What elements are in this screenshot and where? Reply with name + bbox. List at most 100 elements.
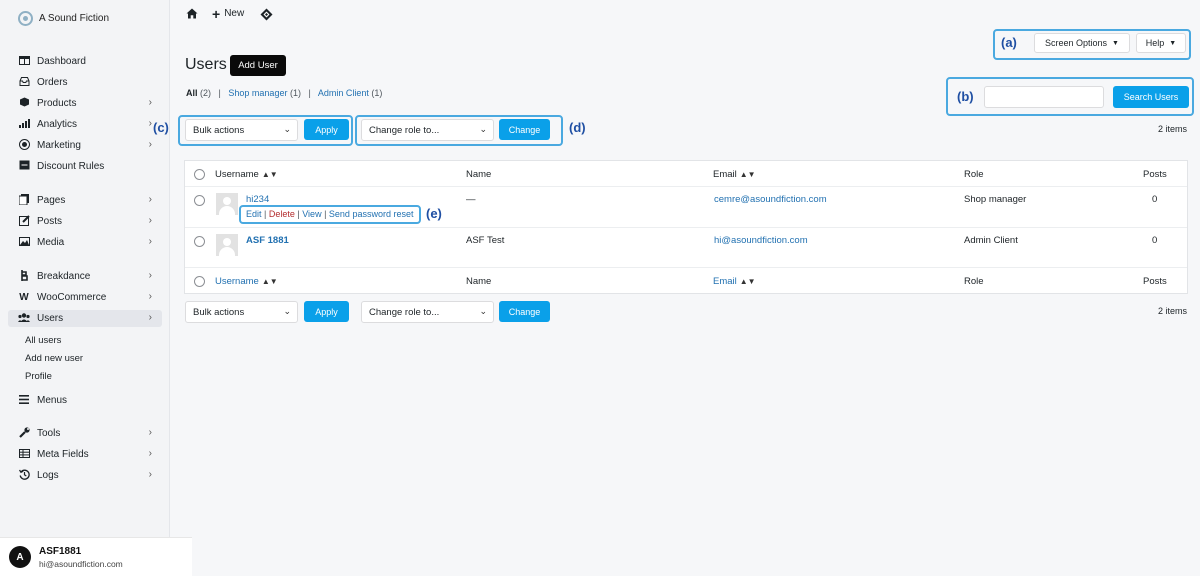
- column-posts: Posts: [1143, 169, 1167, 180]
- apply-button-bottom[interactable]: Apply: [304, 301, 349, 322]
- analytics-icon: [18, 118, 30, 131]
- select-all-checkbox[interactable]: [194, 276, 205, 287]
- chevron-right-icon: ›: [148, 236, 152, 247]
- select-all-checkbox[interactable]: [194, 169, 205, 180]
- sidebar: A Sound Fiction Dashboard Orders Product…: [0, 0, 170, 576]
- email-link[interactable]: hi@asoundfiction.com: [714, 235, 808, 246]
- column-email[interactable]: Email ▲▼: [713, 169, 756, 180]
- sidebar-item-woocommerce[interactable]: W WooCommerce ›: [8, 289, 162, 306]
- chevron-right-icon: ›: [148, 427, 152, 438]
- sidebar-item-marketing[interactable]: Marketing ›: [8, 137, 162, 154]
- chevron-right-icon: ›: [148, 291, 152, 302]
- avatar: A: [9, 546, 31, 568]
- sidebar-item-breakdance[interactable]: Breakdance ›: [8, 268, 162, 285]
- filter-admin-client[interactable]: Admin Client: [318, 88, 369, 98]
- email-link[interactable]: cemre@asoundfiction.com: [714, 194, 827, 205]
- user-avatar: [216, 234, 238, 256]
- sidebar-item-label: Analytics: [37, 119, 78, 130]
- sidebar-item-discount-rules[interactable]: Discount Rules: [8, 158, 162, 175]
- callout-d-label: (d): [569, 120, 586, 135]
- sidebar-item-dashboard[interactable]: Dashboard: [8, 53, 162, 70]
- products-icon: [18, 97, 30, 110]
- bulk-actions-value: Bulk actions: [193, 124, 245, 136]
- search-users-button[interactable]: Search Users: [1113, 86, 1189, 108]
- logs-icon: [18, 469, 30, 483]
- sidebar-subitem-profile[interactable]: Profile: [25, 371, 52, 382]
- filter-shop-manager[interactable]: Shop manager: [228, 88, 287, 98]
- row-checkbox[interactable]: [194, 195, 205, 206]
- posts-cell: 0: [1152, 235, 1158, 246]
- change-role-value: Change role to...: [369, 306, 440, 318]
- posts-icon: [18, 214, 30, 229]
- sidebar-item-media[interactable]: Media ›: [8, 234, 162, 251]
- new-button[interactable]: + New: [212, 5, 245, 22]
- column-email-label: Email: [713, 276, 737, 287]
- help-button[interactable]: Help ▼: [1136, 33, 1186, 53]
- sidebar-item-pages[interactable]: Pages ›: [8, 192, 162, 209]
- sidebar-item-label: Products: [37, 98, 77, 109]
- role-cell: Shop manager: [964, 194, 1027, 205]
- username-link[interactable]: ASF 1881: [246, 235, 289, 246]
- screen-options-label: Screen Options: [1045, 38, 1108, 48]
- breakdance-logo-icon[interactable]: [260, 8, 273, 21]
- bulk-actions-select[interactable]: Bulk actions ⌄: [185, 119, 298, 141]
- sidebar-item-tools[interactable]: Tools ›: [8, 425, 162, 442]
- sidebar-item-products[interactable]: Products ›: [8, 95, 162, 112]
- sort-icon: ▲▼: [261, 277, 278, 286]
- brand[interactable]: A Sound Fiction: [18, 10, 109, 26]
- sidebar-item-analytics[interactable]: Analytics ›: [8, 116, 162, 133]
- sidebar-item-label: Logs: [37, 470, 59, 481]
- sidebar-item-logs[interactable]: Logs ›: [8, 467, 162, 484]
- sidebar-item-label: Posts: [37, 216, 63, 227]
- posts-cell: 0: [1152, 194, 1158, 205]
- chevron-right-icon: ›: [148, 312, 152, 323]
- sidebar-subitem-all-users[interactable]: All users: [25, 335, 61, 346]
- row-checkbox[interactable]: [194, 236, 205, 247]
- sidebar-item-users[interactable]: Users ›: [8, 310, 162, 327]
- tools-icon: [18, 426, 30, 441]
- callout-e-label: (e): [426, 206, 442, 221]
- bulk-actions-select-bottom[interactable]: Bulk actions ⌄: [185, 301, 298, 323]
- orders-icon: [18, 76, 30, 89]
- top-bar: + New: [170, 0, 1200, 32]
- chevron-down-icon: ⌄: [479, 124, 487, 134]
- screen-options-button[interactable]: Screen Options ▼: [1034, 33, 1130, 53]
- filter-admin-client-count: (1): [371, 88, 383, 98]
- sidebar-item-meta-fields[interactable]: Meta Fields ›: [8, 446, 162, 463]
- sidebar-item-menus[interactable]: Menus: [8, 392, 162, 409]
- account-card[interactable]: A ASF1881 hi@asoundfiction.com: [0, 537, 192, 576]
- change-role-button[interactable]: Change: [499, 119, 550, 140]
- sidebar-item-orders[interactable]: Orders: [8, 74, 162, 91]
- chevron-right-icon: ›: [148, 215, 152, 226]
- sidebar-subitem-add-new-user[interactable]: Add new user: [25, 353, 83, 364]
- chevron-right-icon: ›: [148, 194, 152, 205]
- user-avatar: [216, 193, 238, 215]
- username-link[interactable]: hi234: [246, 194, 269, 205]
- add-user-button[interactable]: Add User: [230, 55, 286, 76]
- search-input[interactable]: [984, 86, 1104, 108]
- items-count-bottom: 2 items: [1158, 306, 1188, 316]
- plus-icon: +: [212, 5, 221, 22]
- users-icon: [18, 312, 30, 325]
- caret-down-icon: ▼: [1169, 39, 1177, 47]
- sidebar-item-label: Tools: [37, 428, 61, 439]
- apply-button[interactable]: Apply: [304, 119, 349, 140]
- change-role-select[interactable]: Change role to... ⌄: [361, 119, 494, 141]
- marketing-icon: [18, 138, 30, 153]
- column-username-footer[interactable]: Username ▲▼: [215, 276, 278, 287]
- change-role-select-bottom[interactable]: Change role to... ⌄: [361, 301, 494, 323]
- chevron-down-icon: ⌄: [283, 306, 291, 316]
- callout-c-label: (c): [153, 120, 169, 135]
- column-username[interactable]: Username ▲▼: [215, 169, 278, 180]
- help-label: Help: [1145, 38, 1165, 48]
- filter-separator: |: [308, 88, 311, 98]
- column-email-footer[interactable]: Email ▲▼: [713, 276, 756, 287]
- new-label: New: [224, 8, 245, 19]
- sidebar-item-posts[interactable]: Posts ›: [8, 213, 162, 230]
- bulk-actions-value: Bulk actions: [193, 306, 245, 318]
- filter-all[interactable]: All: [186, 88, 198, 98]
- change-role-button-bottom[interactable]: Change: [499, 301, 550, 322]
- callout-a-label: (a): [1001, 35, 1017, 50]
- callout-b-label: (b): [957, 89, 974, 104]
- home-icon[interactable]: [186, 8, 198, 19]
